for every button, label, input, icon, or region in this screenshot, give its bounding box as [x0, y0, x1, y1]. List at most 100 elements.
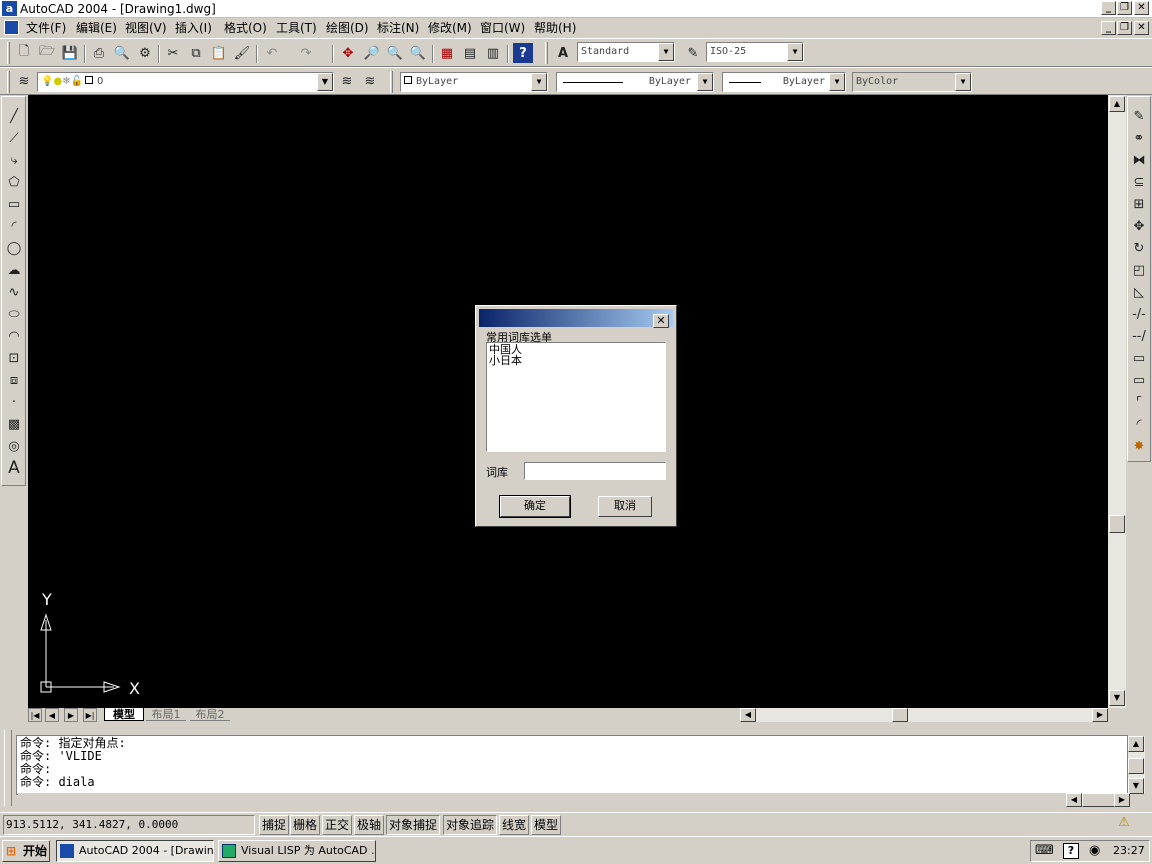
rotate-icon[interactable]: ↻ [1128, 237, 1150, 259]
help-icon[interactable]: ? [513, 43, 533, 63]
hatch-icon[interactable]: ▩ [3, 413, 25, 435]
erase-icon[interactable]: ✎ [1128, 105, 1150, 127]
scroll-down-icon[interactable]: ▼ [1128, 778, 1144, 794]
text-style-icon[interactable]: A [553, 43, 573, 63]
ortho-toggle[interactable]: 正交 [322, 815, 353, 835]
command-scrollbar[interactable]: ▲ ▼ [1128, 736, 1144, 794]
cut-icon[interactable]: ✂ [163, 43, 183, 63]
mirror-icon[interactable]: ⧓ [1128, 149, 1150, 171]
start-button[interactable]: ⊞ 开始 [2, 840, 50, 862]
revision-cloud-icon[interactable]: ☁ [3, 259, 25, 281]
scroll-thumb[interactable] [1082, 793, 1116, 807]
text-style-select[interactable]: Standard ▼ [577, 42, 675, 62]
tool-palettes-icon[interactable]: ▥ [483, 43, 503, 63]
plotstyle-select[interactable]: ByColor ▼ [852, 72, 972, 92]
break-icon[interactable]: ▭ [1128, 369, 1150, 391]
circle-icon[interactable]: ◯ [3, 237, 25, 259]
explode-icon[interactable]: ✸ [1128, 435, 1150, 457]
lineweight-select[interactable]: ByLayer ▼ [722, 72, 846, 92]
offset-icon[interactable]: ⊆ [1128, 171, 1150, 193]
tab-first-icon[interactable]: |◀ [28, 708, 42, 722]
zoom-realtime-icon[interactable]: 🔎 [362, 43, 382, 63]
properties-icon[interactable]: ▦ [437, 43, 457, 63]
extend-icon[interactable]: --/ [1128, 325, 1150, 347]
rectangle-icon[interactable]: ▭ [3, 193, 25, 215]
taskbar-item-visual-lisp[interactable]: Visual LISP 为 AutoCAD ... [218, 840, 376, 862]
publish-icon[interactable]: ⚙ [135, 43, 155, 63]
match-properties-icon[interactable]: 🖌 [232, 43, 252, 63]
osnap-toggle[interactable]: 对象捕捉 [386, 815, 441, 835]
ellipse-icon[interactable]: ⬭ [3, 303, 25, 325]
polyline-icon[interactable]: ⤷ [3, 149, 25, 171]
taskbar-item-autocad[interactable]: AutoCAD 2004 - [Drawin... [56, 840, 214, 862]
ok-button[interactable]: 确定 [499, 495, 571, 518]
scroll-up-icon[interactable]: ▲ [1128, 736, 1144, 752]
dim-style-select[interactable]: ISO-25 ▼ [706, 42, 804, 62]
word-listbox[interactable]: 中国人 小日本 [486, 342, 666, 452]
scroll-right-icon[interactable]: ▶ [1114, 793, 1130, 807]
command-window-grip[interactable] [4, 730, 12, 806]
tab-last-icon[interactable]: ▶| [83, 708, 97, 722]
save-icon[interactable]: 💾 [60, 43, 80, 63]
menu-view[interactable]: 视图(V) [125, 20, 167, 36]
horizontal-scroll-thumb[interactable] [892, 708, 908, 722]
color-select[interactable]: ByLayer ▼ [400, 72, 548, 92]
grid-toggle[interactable]: 栅格 [290, 815, 321, 835]
spline-icon[interactable]: ∿ [3, 281, 25, 303]
autocad-app-icon[interactable]: a [2, 1, 17, 16]
command-hscroll[interactable]: ◀ ▶ [18, 793, 1130, 807]
zoom-window-icon[interactable]: 🔍 [385, 43, 405, 63]
coordinate-display[interactable]: 913.5112, 341.4827, 0.0000 [3, 815, 255, 835]
paste-icon[interactable]: 📋 [209, 43, 229, 63]
communication-center-icon[interactable]: ⚠ [1114, 815, 1134, 833]
document-icon[interactable] [4, 20, 19, 35]
break-at-point-icon[interactable]: ▭ [1128, 347, 1150, 369]
tab-prev-icon[interactable]: ◀ [45, 708, 59, 722]
menu-file[interactable]: 文件(F) [26, 20, 66, 36]
toolbar-grip[interactable] [7, 42, 10, 64]
tab-next-icon[interactable]: ▶ [64, 708, 78, 722]
pan-realtime-icon[interactable]: ✥ [338, 43, 358, 63]
list-item[interactable]: 小日本 [489, 355, 522, 367]
polar-toggle[interactable]: 极轴 [354, 815, 385, 835]
construction-line-icon[interactable]: ⟋ [3, 127, 25, 149]
menu-dimension[interactable]: 标注(N) [377, 20, 419, 36]
redo-icon[interactable]: ↷ [296, 43, 316, 63]
horizontal-scrollbar[interactable]: ◀ ▶ [740, 708, 1108, 722]
array-icon[interactable]: ⊞ [1128, 193, 1150, 215]
vertical-scrollbar[interactable]: ▲ ▼ [1108, 95, 1126, 708]
layer-select[interactable]: 💡●❄🔓 0 ▼ [37, 72, 334, 92]
scroll-left-icon[interactable]: ◀ [740, 708, 756, 722]
zoom-previous-icon[interactable]: 🔍 [408, 43, 428, 63]
region-icon[interactable]: ◎ [3, 435, 25, 457]
dialog-close-icon[interactable]: ✕ [653, 314, 669, 328]
keyboard-icon[interactable]: ⌨ [1035, 843, 1054, 858]
layer-previous-icon[interactable]: ≋ [360, 71, 380, 91]
scroll-right-icon[interactable]: ▶ [1092, 708, 1108, 722]
linetype-select[interactable]: ByLayer ▼ [556, 72, 714, 92]
doc-minimize-button[interactable]: _ [1101, 21, 1116, 35]
model-toggle[interactable]: 模型 [531, 815, 562, 835]
toolbar-grip[interactable] [545, 42, 548, 64]
fillet-icon[interactable]: ◜ [1128, 413, 1150, 435]
otrack-toggle[interactable]: 对象追踪 [443, 815, 498, 835]
dialog-title-bar[interactable]: ✕ [479, 309, 673, 328]
command-prompt-line[interactable]: 命令: diala [20, 776, 95, 789]
scroll-thumb[interactable] [1128, 758, 1144, 774]
move-icon[interactable]: ✥ [1128, 215, 1150, 237]
toolbar-grip[interactable] [390, 71, 393, 93]
trim-icon[interactable]: -/- [1128, 303, 1150, 325]
toolbar-grip[interactable] [7, 71, 10, 93]
new-file-icon[interactable]: 🗋 [14, 43, 34, 63]
print-preview-icon[interactable]: 🔍 [112, 43, 132, 63]
copy-object-icon[interactable]: ⚭ [1128, 127, 1150, 149]
design-center-icon[interactable]: ▤ [460, 43, 480, 63]
line-icon[interactable]: ╱ [3, 105, 25, 127]
scroll-left-icon[interactable]: ◀ [1066, 793, 1082, 807]
make-block-icon[interactable]: ⧈ [3, 369, 25, 391]
command-window[interactable]: 命令: 指定对角点: 命令: 'VLIDE 命令: 命令: diala [16, 735, 1145, 795]
network-icon[interactable]: ◉ [1089, 843, 1100, 858]
tab-layout2[interactable]: 布局2 [190, 708, 230, 721]
close-button[interactable]: ✕ [1134, 1, 1149, 15]
scale-icon[interactable]: ◰ [1128, 259, 1150, 281]
